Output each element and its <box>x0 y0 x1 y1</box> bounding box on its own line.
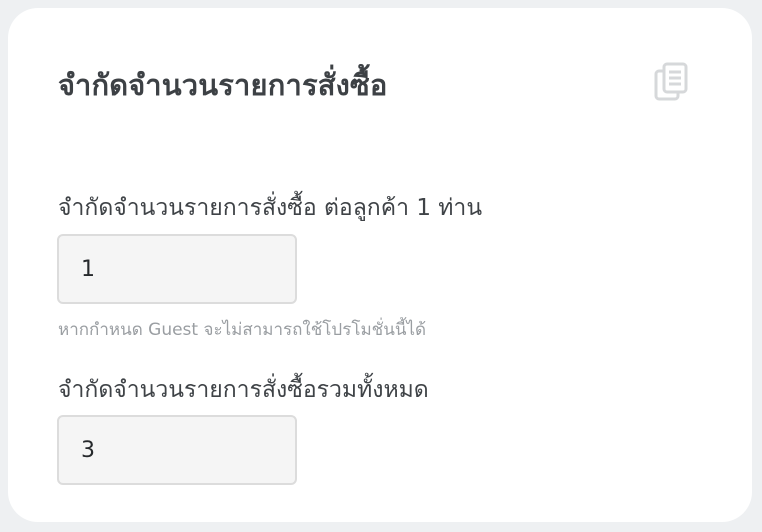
total-limit-label: จำกัดจำนวนรายการสั่งซื้อรวมทั้งหมด <box>58 377 429 403</box>
card-title: จำกัดจำนวนรายการสั่งซื้อ <box>58 68 388 102</box>
per-customer-limit-label: จำกัดจำนวนรายการสั่งซื้อ ต่อลูกค้า 1 ท่า… <box>58 195 483 221</box>
per-customer-limit-input[interactable] <box>57 234 297 304</box>
order-limit-card: จำกัดจำนวนรายการสั่งซื้อ จำกัดจำนวนรายกา… <box>8 8 752 522</box>
total-limit-input[interactable] <box>57 415 297 485</box>
per-customer-limit-hint: หากกำหนด Guest จะไม่สามารถใช้โปรโมชั่นนี… <box>58 320 427 340</box>
copy-icon[interactable] <box>654 62 690 102</box>
